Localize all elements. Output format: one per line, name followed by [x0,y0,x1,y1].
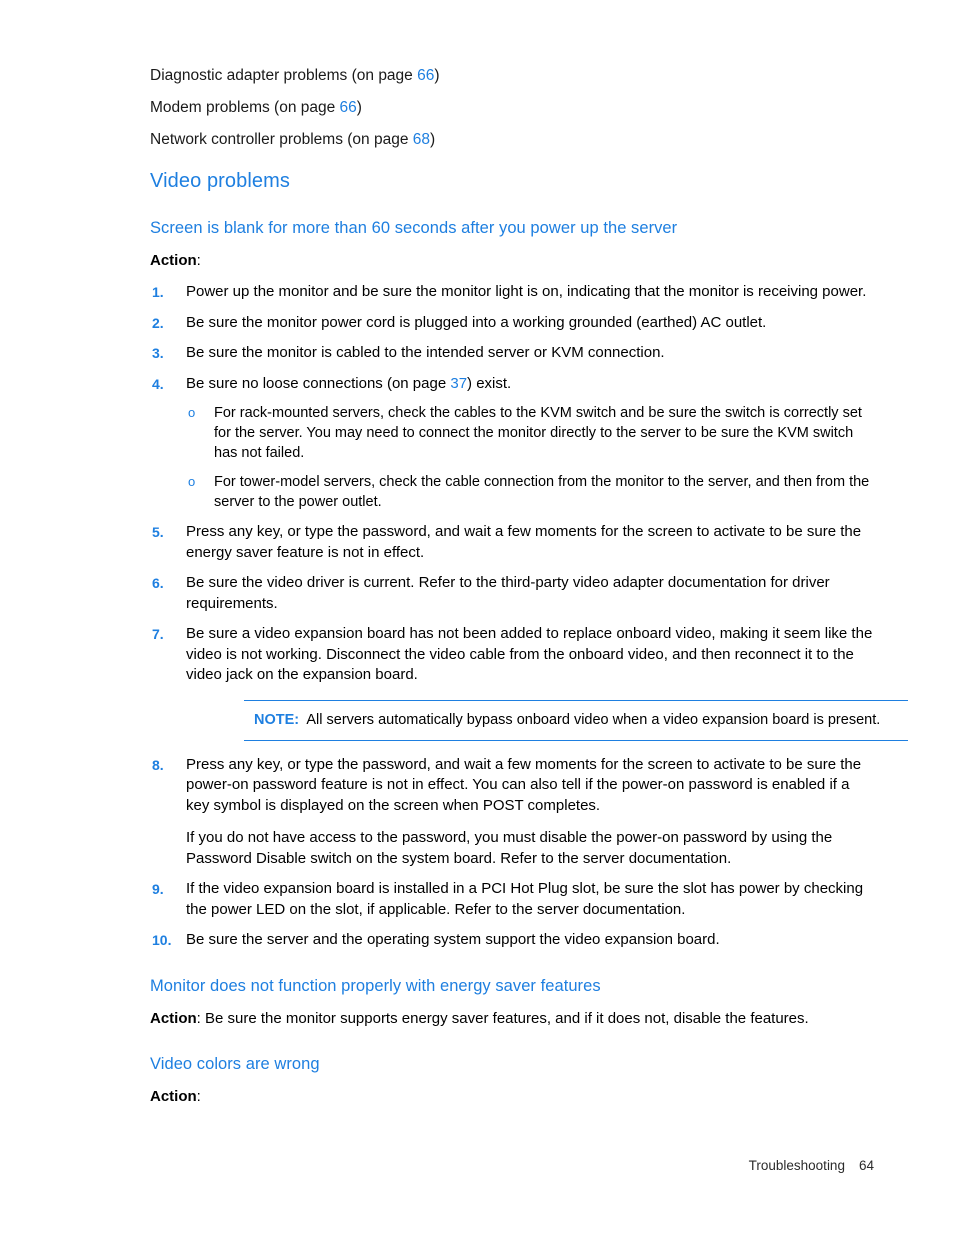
step-number: 7. [152,626,164,642]
action-text: : Be sure the monitor supports energy sa… [196,1009,809,1027]
step-text-end: ) exist. [467,374,512,392]
sub-bullet-text: For tower-model servers, check the cable… [214,474,870,510]
crossref-text: Modem problems (on page [150,99,340,116]
section-heading-video-problems: Video problems [150,170,291,192]
action-colon: : [196,252,201,269]
action-line: Action: Be sure the monitor supports ene… [150,1009,874,1029]
step-number: 9. [152,881,164,897]
list-item: 5. Press any key, or type the password, … [150,522,874,563]
list-item: 10. Be sure the server and the operating… [150,930,874,951]
sub-bullet-text: For rack-mounted servers, check the cabl… [214,405,862,461]
list-item: 9. If the video expansion board is insta… [150,879,874,920]
step-text: Be sure the monitor is cabled to the int… [186,344,665,361]
page-reference-link[interactable]: 37 [450,375,467,392]
list-item: 1. Power up the monitor and be sure the … [150,282,874,303]
page-content: Diagnostic adapter problems (on page 66)… [150,66,908,1107]
step-number: 5. [152,524,164,540]
page-reference-link[interactable]: 66 [417,67,434,84]
step-text: Power up the monitor and be sure the mon… [186,283,867,300]
list-item: 6. Be sure the video driver is current. … [150,573,874,614]
step-number: 8. [152,756,164,773]
step-number: 10. [152,932,172,948]
page-reference-link[interactable]: 68 [413,131,430,148]
step-number: 3. [152,345,164,361]
document-page: Diagnostic adapter problems (on page 66)… [0,0,954,1235]
step-text: If the video expansion board is installe… [186,880,864,918]
step-text: Be sure the server and the operating sys… [186,931,720,948]
step-text: Be sure the video driver is current. Ref… [186,574,830,612]
step-text: Press any key, or type the password, and… [186,523,862,561]
step-number: 1. [152,284,164,300]
list-item: 8. Press any key, or type the password, … [150,755,874,870]
step-continuation-paragraph: If you do not have access to the passwor… [186,829,833,867]
bullet-circle-icon: o [188,405,196,420]
action-line: Action: [150,1087,874,1107]
action-label: Action [150,1009,197,1027]
action-line: Action: [150,251,874,271]
footer-page-number: 64 [858,1158,874,1173]
step-text: Be sure no loose connections (on page [186,374,451,392]
sub-bullet-list: o For rack-mounted servers, check the ca… [186,403,874,512]
crossref-text-end: ) [434,67,440,84]
step-text: Be sure a video expansion board has not … [186,625,873,683]
action-colon: : [196,1087,201,1105]
list-item: 3. Be sure the monitor is cabled to the … [150,343,874,364]
crossref-text: Network controller problems (on page [150,131,413,148]
step-number: 6. [152,575,164,591]
step-number: 4. [152,375,164,392]
list-item: o For tower-model servers, check the cab… [186,472,874,512]
note-label: NOTE: [254,711,300,728]
crossref-line: Network controller problems (on page 68) [150,130,874,149]
list-item: 4. Be sure no loose connections (on page… [150,374,874,513]
crossref-line: Diagnostic adapter problems (on page 66) [150,66,874,85]
list-item: 2. Be sure the monitor power cord is plu… [150,313,874,334]
action-label: Action [150,1087,197,1105]
list-item: 7. Be sure a video expansion board has n… [150,624,908,741]
page-reference-link[interactable]: 66 [340,99,357,116]
note-text-block: NOTE: All servers automatically bypass o… [254,710,908,730]
subsection-heading-video-colors: Video colors are wrong [150,1054,320,1073]
list-item: o For rack-mounted servers, check the ca… [186,403,874,463]
footer-chapter-name: Troubleshooting [748,1158,845,1173]
crossref-text: Diagnostic adapter problems (on page [150,67,418,84]
subsection-heading-energy-saver: Monitor does not function properly with … [150,976,601,995]
page-footer: Troubleshooting 64 [0,1158,874,1173]
troubleshooting-steps-list: 1. Power up the monitor and be sure the … [150,282,908,951]
subsection-heading-screen-blank: Screen is blank for more than 60 seconds… [150,219,678,237]
action-label: Action [150,252,197,269]
step-text: Press any key, or type the password, and… [186,755,862,814]
crossref-line: Modem problems (on page 66) [150,98,874,117]
note-body: All servers automatically bypass onboard… [306,711,881,728]
crossref-text-end: ) [430,131,436,148]
step-number: 2. [152,314,164,331]
crossref-text-end: ) [356,99,362,116]
note-callout: NOTE: All servers automatically bypass o… [244,699,908,741]
bullet-circle-icon: o [188,474,196,489]
step-text: Be sure the monitor power cord is plugge… [186,313,767,331]
